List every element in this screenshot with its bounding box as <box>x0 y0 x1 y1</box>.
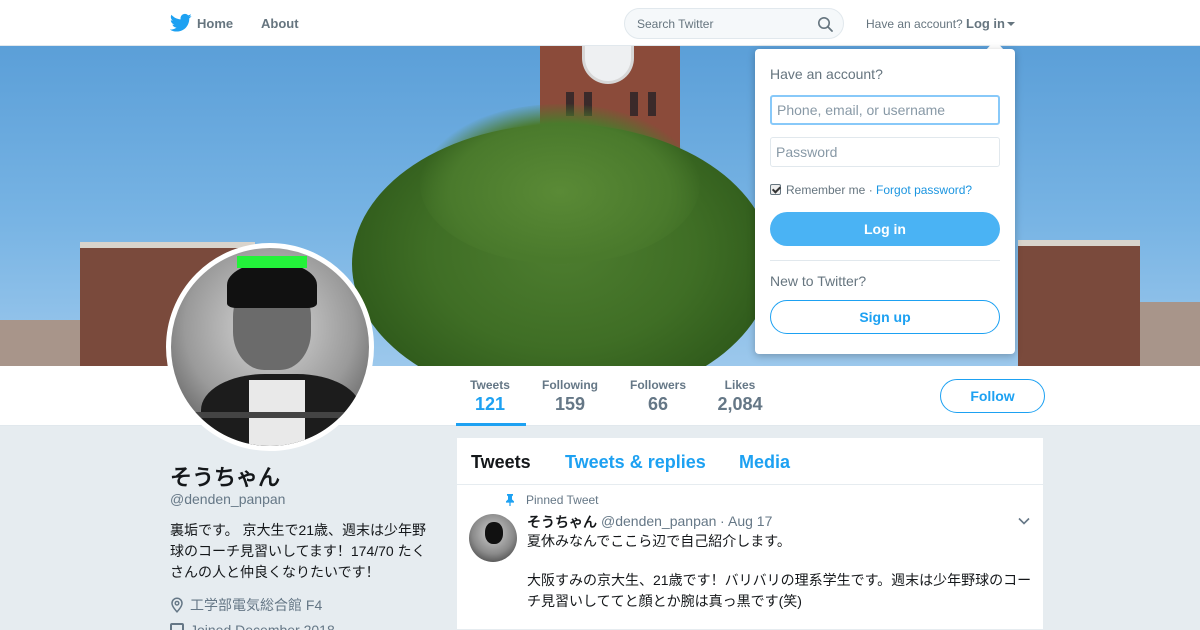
login-dropdown: Have an account? Remember me · Forgot pa… <box>755 49 1015 354</box>
remember-me-checkbox[interactable] <box>770 184 781 195</box>
tweet-avatar-hair <box>485 522 503 544</box>
forgot-password-link[interactable]: Forgot password? <box>876 183 972 197</box>
banner-building <box>1140 302 1200 366</box>
timeline-tabs: Tweets Tweets & replies Media <box>457 438 1043 485</box>
remember-separator: · <box>868 183 873 197</box>
stat-followers[interactable]: Followers 66 <box>629 378 687 415</box>
profile-name[interactable]: そうちゃん <box>170 460 280 492</box>
avatar-hair <box>227 262 317 308</box>
stat-label: Following <box>542 378 598 392</box>
profile-location: 工学部電気総合館 F4 <box>170 595 322 615</box>
profile-joined-text: Joined December 2018 <box>190 622 335 630</box>
tweet-text-line: 大阪すみの京大生、21歳です！バリバリの理系学生です。週末は少年野球のコーチ見習… <box>527 572 1032 609</box>
banner-tree-top <box>420 104 700 264</box>
pinned-tweet-label: Pinned Tweet <box>526 493 599 507</box>
have-account-text: Have an account? <box>866 17 963 31</box>
profile-handle[interactable]: @denden_panpan <box>170 491 285 507</box>
tweet-text-line: 夏休みなんでここら辺で自己紹介します。 <box>527 533 791 549</box>
password-field[interactable] <box>770 137 1000 167</box>
login-dropdown-toggle[interactable]: Log in <box>966 16 1015 31</box>
login-dropdown-title: Have an account? <box>770 66 883 82</box>
stat-value: 66 <box>647 394 669 414</box>
stat-value: 2,084 <box>717 394 763 414</box>
stat-value: 121 <box>474 394 506 414</box>
tweet-avatar[interactable] <box>469 514 517 562</box>
tweet-date[interactable]: Aug 17 <box>728 513 772 529</box>
timeline: Tweets Tweets & replies Media Pinned Twe… <box>456 437 1044 630</box>
login-button[interactable]: Log in <box>770 212 1000 246</box>
tweet-author-handle[interactable]: @denden_panpan <box>601 513 716 529</box>
avatar-glitch-bar <box>191 412 359 418</box>
stat-likes[interactable]: Likes 2,084 <box>712 378 768 415</box>
avatar-glitch <box>237 256 307 268</box>
stat-label: Followers <box>629 378 686 392</box>
search-input[interactable] <box>625 9 813 38</box>
tab-tweets[interactable]: Tweets <box>471 452 531 473</box>
top-navigation: Home About Have an account? Log in <box>0 0 1200 46</box>
nav-about-link[interactable]: About <box>261 16 299 31</box>
follow-button[interactable]: Follow <box>940 379 1045 413</box>
chevron-down-icon[interactable] <box>1018 517 1030 525</box>
profile-location-text: 工学部電気総合館 F4 <box>190 597 323 613</box>
stat-value: 159 <box>554 394 586 414</box>
new-to-twitter-text: New to Twitter? <box>770 273 867 289</box>
search-box <box>624 8 844 39</box>
banner-building <box>0 320 90 366</box>
pin-icon <box>506 494 514 506</box>
tab-tweets-replies[interactable]: Tweets & replies <box>565 452 706 473</box>
username-field[interactable] <box>770 95 1000 125</box>
tab-media[interactable]: Media <box>739 452 790 473</box>
profile-bio: 裏垢です。 京大生で21歳、週末は少年野球のコーチ見習いしてます！174/70 … <box>170 522 427 580</box>
nav-home-link[interactable]: Home <box>197 16 233 31</box>
stat-label: Tweets <box>470 378 510 392</box>
remember-row: Remember me · Forgot password? <box>770 183 972 197</box>
tweet-author-name[interactable]: そうちゃん <box>527 512 597 532</box>
banner-window <box>648 92 656 116</box>
remember-me-label[interactable]: Remember me <box>786 183 865 197</box>
stat-label: Likes <box>724 378 756 392</box>
dropdown-divider <box>770 260 1000 261</box>
tweet-separator: · <box>720 513 725 529</box>
chevron-down-icon <box>1007 22 1015 26</box>
stat-following[interactable]: Following 159 <box>541 378 599 415</box>
banner-window <box>630 92 638 116</box>
login-toggle-label: Log in <box>966 16 1005 31</box>
banner-building <box>1018 240 1140 366</box>
profile-avatar[interactable] <box>166 243 374 451</box>
stat-tweets[interactable]: Tweets 121 <box>470 378 510 415</box>
search-icon[interactable] <box>817 16 833 32</box>
twitter-bird-icon[interactable] <box>170 13 192 33</box>
profile-joined: Joined December 2018 <box>170 622 335 630</box>
calendar-icon <box>170 623 184 630</box>
active-stat-indicator <box>456 423 526 426</box>
signup-button[interactable]: Sign up <box>770 300 1000 334</box>
location-icon <box>171 597 183 613</box>
